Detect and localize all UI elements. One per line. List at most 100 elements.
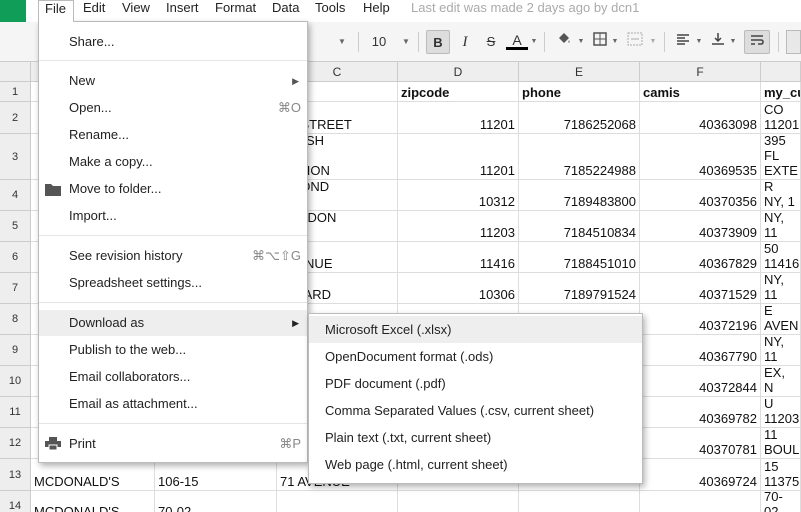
grid-cell[interactable]: 56 CO 11201 xyxy=(761,102,801,134)
grid-cell[interactable]: 701 U 11203 xyxy=(761,397,801,428)
menu-item-new[interactable]: New ▶ xyxy=(39,68,307,94)
row-header[interactable]: 8 xyxy=(0,304,31,335)
menu-item-share[interactable]: Share... xyxy=(39,29,307,55)
vertical-align-dropdown-icon[interactable]: ▼ xyxy=(728,30,738,54)
download-txt[interactable]: Plain text (.txt, current sheet) xyxy=(309,424,642,451)
wrap-text-icon[interactable] xyxy=(744,30,770,54)
download-csv[interactable]: Comma Separated Values (.csv, current sh… xyxy=(309,397,642,424)
font-size-select[interactable]: 10 xyxy=(368,30,390,54)
grid-cell[interactable]: MCDONALD'S xyxy=(31,491,155,512)
grid-cell[interactable]: 11203 xyxy=(398,211,519,242)
grid-cell[interactable]: 40367829 xyxy=(640,242,761,273)
more-tools-button[interactable] xyxy=(786,30,801,54)
row-header[interactable]: 7 xyxy=(0,273,31,304)
grid-cell[interactable]: 160-11 BOUL xyxy=(761,428,801,459)
column-header-d[interactable]: D xyxy=(398,62,519,82)
menu-item-print[interactable]: Print ⌘P xyxy=(39,431,307,457)
row-header[interactable]: 14 xyxy=(0,491,31,512)
grid-cell[interactable] xyxy=(277,491,398,512)
grid-cell[interactable]: 221-28 EX, N xyxy=(761,366,801,397)
row-header[interactable]: 9 xyxy=(0,335,31,366)
grid-cell[interactable]: 943 FL NY, 11 xyxy=(761,335,801,366)
menu-item-revision-history[interactable]: See revision history ⌘⌥⇧G xyxy=(39,243,307,269)
grid-cell[interactable]: 106-15 11375 xyxy=(761,459,801,491)
grid-cell[interactable]: phone xyxy=(519,82,640,102)
menu-item-open[interactable]: Open... ⌘O xyxy=(39,95,307,121)
row-header[interactable]: 3 xyxy=(0,134,31,180)
text-color-icon[interactable]: A xyxy=(506,30,528,50)
row-header[interactable]: 2 xyxy=(0,102,31,134)
menu-item-move-to-folder[interactable]: Move to folder... xyxy=(39,176,307,202)
fill-color-icon[interactable] xyxy=(553,30,575,54)
menu-item-make-copy[interactable]: Make a copy... xyxy=(39,149,307,175)
menu-edit[interactable]: Edit xyxy=(83,0,105,22)
grid-cell[interactable]: camis xyxy=(640,82,761,102)
download-xlsx[interactable]: Microsoft Excel (.xlsx) xyxy=(309,316,642,343)
grid-cell[interactable] xyxy=(519,491,640,512)
grid-cell[interactable]: 40372196 xyxy=(640,304,761,335)
grid-cell[interactable]: 106-15 xyxy=(155,459,277,491)
fill-color-dropdown-icon[interactable]: ▼ xyxy=(576,30,586,54)
grid-cell[interactable] xyxy=(398,491,519,512)
grid-cell[interactable]: 11201 xyxy=(398,134,519,180)
grid-cell[interactable]: 40369724 xyxy=(640,459,761,491)
grid-cell[interactable]: 7184510834 xyxy=(519,211,640,242)
last-edit-status[interactable]: Last edit was made 2 days ago by dcn1 xyxy=(411,0,639,16)
grid-cell[interactable]: 40363098 xyxy=(640,102,761,134)
borders-icon[interactable] xyxy=(590,30,610,54)
row-header[interactable]: 10 xyxy=(0,366,31,397)
grid-cell[interactable]: 10312 xyxy=(398,180,519,211)
row-header[interactable]: 12 xyxy=(0,428,31,459)
grid-cell[interactable]: 75-50 11416 xyxy=(761,242,801,273)
grid-cell[interactable]: 40369782 xyxy=(640,397,761,428)
menu-item-spreadsheet-settings[interactable]: Spreadsheet settings... xyxy=(39,270,307,296)
grid-cell[interactable]: 11416 xyxy=(398,242,519,273)
menu-item-email-attachment[interactable]: Email as attachment... xyxy=(39,391,307,417)
menu-help[interactable]: Help xyxy=(363,0,390,22)
menu-format[interactable]: Format xyxy=(215,0,256,22)
grid-cell[interactable]: zipcode xyxy=(398,82,519,102)
grid-cell[interactable]: 40367790 xyxy=(640,335,761,366)
column-header-f[interactable]: F xyxy=(640,62,761,82)
align-left-icon[interactable] xyxy=(673,30,693,54)
column-header-g[interactable] xyxy=(761,62,801,82)
menu-insert[interactable]: Insert xyxy=(166,0,199,22)
grid-cell[interactable]: 40369535 xyxy=(640,134,761,180)
row-header[interactable]: 5 xyxy=(0,211,31,242)
vertical-align-icon[interactable] xyxy=(708,30,728,54)
row-header[interactable]: 1 xyxy=(0,82,31,102)
borders-dropdown-icon[interactable]: ▼ xyxy=(610,30,620,54)
download-html[interactable]: Web page (.html, current sheet) xyxy=(309,451,642,478)
row-header[interactable]: 13 xyxy=(0,459,31,491)
grid-cell[interactable]: MCDONALD'S xyxy=(31,459,155,491)
sheets-logo[interactable] xyxy=(0,0,26,22)
grid-cell[interactable]: 40370356 xyxy=(640,180,761,211)
grid-cell[interactable]: 10306 xyxy=(398,273,519,304)
grid-cell[interactable]: 3660 E AVEN xyxy=(761,304,801,335)
merge-dropdown-icon[interactable]: ▼ xyxy=(648,30,658,54)
menu-view[interactable]: View xyxy=(122,0,150,22)
row-header[interactable]: 6 xyxy=(0,242,31,273)
grid-cell[interactable]: 7189791524 xyxy=(519,273,640,304)
grid-cell[interactable]: 2154 H NY, 11 xyxy=(761,273,801,304)
bold-icon[interactable]: B xyxy=(426,30,450,54)
grid-cell[interactable]: 7186252068 xyxy=(519,102,640,134)
menu-item-download-as[interactable]: Download as ▶ xyxy=(39,310,307,336)
menu-tools[interactable]: Tools xyxy=(315,0,345,22)
grid-cell[interactable]: 395 FL EXTE xyxy=(761,134,801,180)
grid-cell[interactable]: 70-02 xyxy=(155,491,277,512)
grid-cell[interactable]: 40372844 xyxy=(640,366,761,397)
grid-cell[interactable]: 40370781 xyxy=(640,428,761,459)
menu-data[interactable]: Data xyxy=(272,0,299,22)
grid-cell[interactable]: 7189483800 xyxy=(519,180,640,211)
grid-cell[interactable]: 11201 xyxy=(398,102,519,134)
grid-cell[interactable]: 5804 C NY, 11 xyxy=(761,211,801,242)
grid-cell[interactable]: 7185224988 xyxy=(519,134,640,180)
menu-item-publish[interactable]: Publish to the web... xyxy=(39,337,307,363)
row-header[interactable]: 11 xyxy=(0,397,31,428)
grid-cell[interactable]: 40373909 xyxy=(640,211,761,242)
font-dropdown-arrow-icon[interactable]: ▼ xyxy=(336,30,348,54)
download-pdf[interactable]: PDF document (.pdf) xyxy=(309,370,642,397)
font-size-dropdown-icon[interactable]: ▼ xyxy=(400,30,412,54)
text-color-dropdown-icon[interactable]: ▼ xyxy=(529,30,539,54)
